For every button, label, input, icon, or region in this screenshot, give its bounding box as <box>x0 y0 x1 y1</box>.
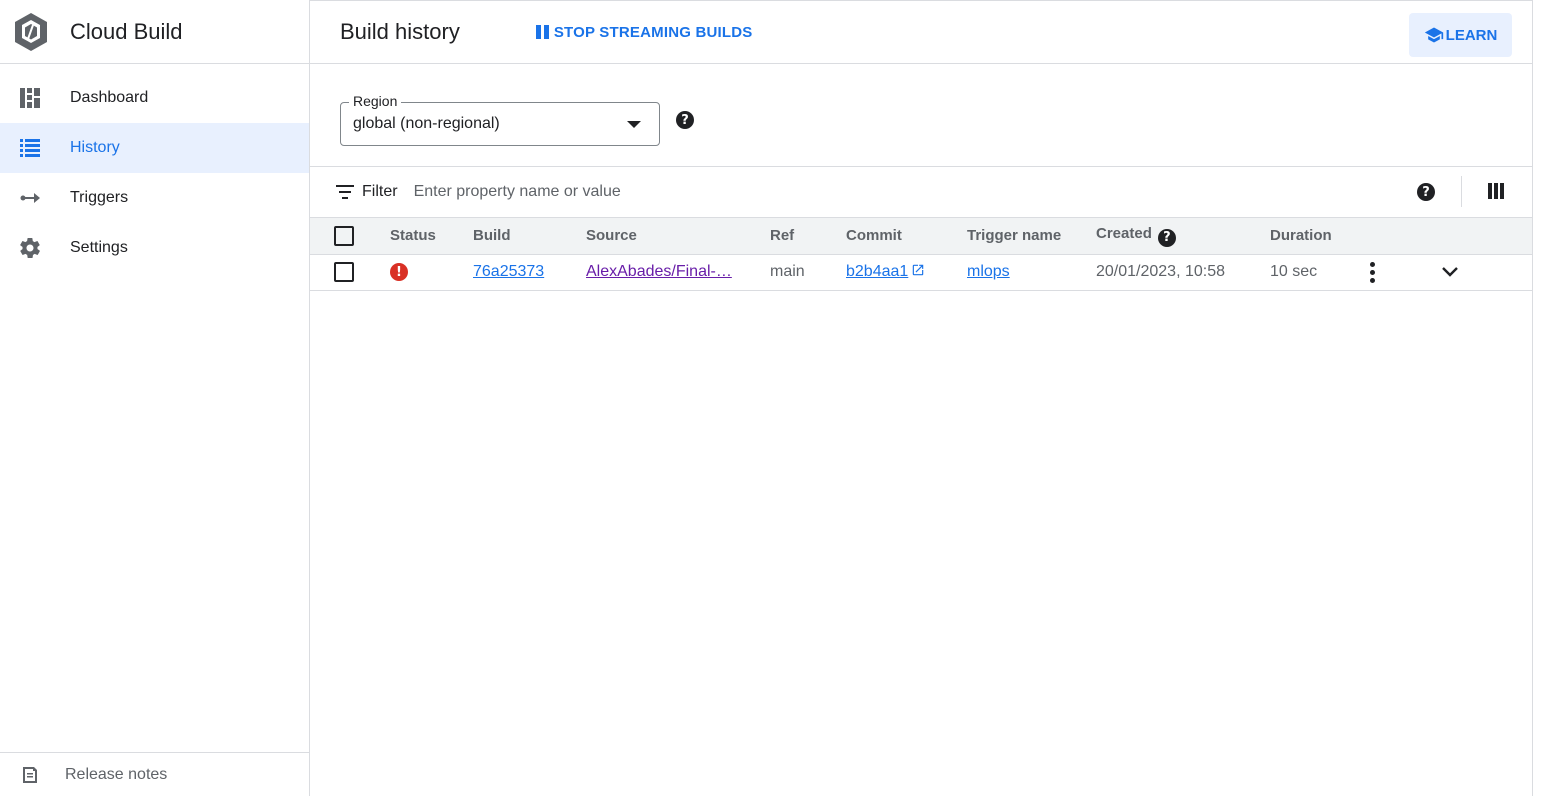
app-title: Cloud Build <box>70 18 183 44</box>
column-header-source[interactable]: Source <box>586 218 770 254</box>
school-icon <box>1424 27 1443 43</box>
build-id-link[interactable]: 76a25373 <box>473 263 544 280</box>
source-link[interactable]: AlexAbades/Final-… <box>586 263 732 280</box>
column-header-ref[interactable]: Ref <box>770 218 846 254</box>
created-value: 20/01/2023, 10:58 <box>1096 263 1226 280</box>
trigger-link[interactable]: mlops <box>967 263 1010 280</box>
filter-button[interactable]: Filter <box>336 183 398 201</box>
created-header-label: Created <box>1096 225 1152 242</box>
brand-header: Cloud Build <box>0 0 309 64</box>
learn-button[interactable]: LEARN <box>1409 13 1512 57</box>
sidebar-nav: Dashboard History Triggers Settings <box>0 73 309 273</box>
page-title: Build history <box>340 19 460 44</box>
divider <box>1461 176 1462 207</box>
external-link-icon[interactable] <box>908 263 925 280</box>
filter-bar: Filter ? <box>310 167 1532 218</box>
column-header-created[interactable]: Created? <box>1096 218 1270 254</box>
column-header-commit[interactable]: Commit <box>846 218 967 254</box>
region-section: Region global (non-regional) ? <box>310 64 1532 167</box>
release-notes-icon <box>23 766 37 783</box>
table-row: ! 76a25373 AlexAbades/Final-… main b2b4a… <box>310 254 1532 290</box>
column-header-duration[interactable]: Duration <box>1270 218 1370 254</box>
sidebar-item-history[interactable]: History <box>0 123 309 173</box>
region-label: Region <box>349 93 402 109</box>
dropdown-caret-icon <box>627 121 641 128</box>
help-icon[interactable]: ? <box>1157 228 1176 247</box>
error-status-icon: ! <box>390 263 408 282</box>
page-header: Build history STOP STREAMING BUILDS LEAR… <box>310 0 1532 64</box>
stop-streaming-label: STOP STREAMING BUILDS <box>553 23 753 41</box>
arrow-right-icon <box>20 188 40 208</box>
ref-value: main <box>770 263 805 280</box>
sidebar: Cloud Build Dashboard History Triggers S… <box>0 0 310 796</box>
region-value: global (non-regional) <box>353 115 500 132</box>
sidebar-item-label: Triggers <box>70 189 129 206</box>
filter-icon <box>336 185 354 199</box>
help-icon[interactable]: ? <box>676 111 694 129</box>
expand-row-chevron-icon[interactable] <box>1440 263 1460 280</box>
list-icon <box>20 138 40 158</box>
select-all-checkbox[interactable] <box>334 225 354 246</box>
region-select[interactable]: Region global (non-regional) <box>340 93 660 146</box>
filter-input[interactable] <box>413 183 1014 201</box>
sidebar-item-triggers[interactable]: Triggers <box>0 173 309 223</box>
sidebar-item-settings[interactable]: Settings <box>0 223 309 273</box>
sidebar-item-dashboard[interactable]: Dashboard <box>0 73 309 123</box>
column-header-build[interactable]: Build <box>473 218 586 254</box>
sidebar-item-label: Dashboard <box>70 89 149 106</box>
table-header-row: Status Build Source Ref Commit Trigger n… <box>310 218 1532 254</box>
main-content: Build history STOP STREAMING BUILDS LEAR… <box>310 0 1533 796</box>
release-notes-label: Release notes <box>65 765 168 783</box>
column-header-status[interactable]: Status <box>390 218 473 254</box>
gear-icon <box>20 238 40 258</box>
sidebar-item-label: Settings <box>70 239 128 256</box>
learn-label: LEARN <box>1445 26 1498 44</box>
row-checkbox[interactable] <box>334 262 354 282</box>
commit-link[interactable]: b2b4aa1 <box>846 263 908 280</box>
stop-streaming-button[interactable]: STOP STREAMING BUILDS <box>535 23 753 41</box>
more-actions-icon[interactable] <box>1370 261 1375 283</box>
build-history-table: Status Build Source Ref Commit Trigger n… <box>310 218 1532 291</box>
duration-value: 10 sec <box>1270 263 1318 280</box>
pause-icon <box>535 25 549 39</box>
cloud-build-hex-icon[interactable] <box>12 11 50 53</box>
column-header-trigger[interactable]: Trigger name <box>967 218 1096 254</box>
dashboard-icon <box>20 88 40 108</box>
help-icon[interactable]: ? <box>1417 183 1435 201</box>
sidebar-item-label: History <box>70 139 120 156</box>
filter-label: Filter <box>362 183 398 200</box>
release-notes-link[interactable]: Release notes <box>0 752 309 796</box>
column-display-options-icon[interactable] <box>1488 183 1506 201</box>
